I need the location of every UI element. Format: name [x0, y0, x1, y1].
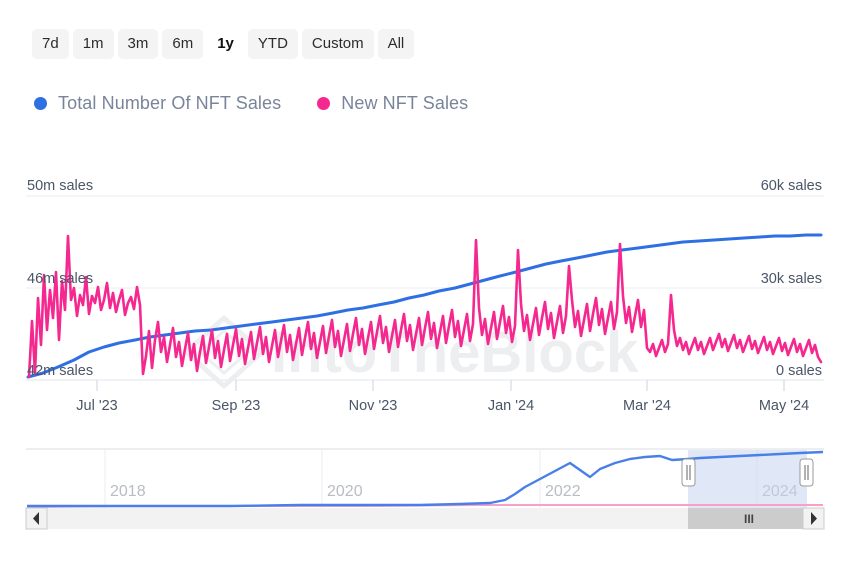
- scrollbar-thumb-grip: III: [744, 512, 754, 526]
- navigator-handle-left[interactable]: [682, 459, 695, 486]
- y-right-tick-label-0: 0 sales: [776, 363, 822, 379]
- navigator-scrollbar[interactable]: III: [26, 508, 824, 529]
- navigator-year-label-2022: 2022: [545, 483, 581, 500]
- scrollbar-left-arrow-button[interactable]: [26, 508, 47, 529]
- y-left-tick-label-42m: 42m sales: [27, 363, 93, 379]
- navigator[interactable]: 2018 2020 2022 2024: [26, 449, 824, 529]
- navigator-handle-right[interactable]: [800, 459, 813, 486]
- scrollbar-right-arrow-button[interactable]: [803, 508, 824, 529]
- y-right-tick-label-30k: 30k sales: [761, 271, 822, 287]
- x-tick-label-mar-24: Mar '24: [623, 398, 671, 414]
- navigator-year-label-2018: 2018: [110, 483, 146, 500]
- x-tick-label-sep-23: Sep '23: [212, 398, 261, 414]
- navigator-year-label-2020: 2020: [327, 483, 363, 500]
- x-tick-label-jul-23: Jul '23: [76, 398, 117, 414]
- y-left-tick-label-50m: 50m sales: [27, 178, 93, 194]
- x-tick-label-may-24: May '24: [759, 398, 809, 414]
- y-right-tick-label-60k: 60k sales: [761, 178, 822, 194]
- x-tick-label-nov-23: Nov '23: [349, 398, 398, 414]
- x-tick-label-jan-24: Jan '24: [488, 398, 534, 414]
- chart-container: IntoTheBlock 50m sales 46m sales 42m sal…: [0, 0, 850, 567]
- y-left-tick-label-46m: 46m sales: [27, 271, 93, 287]
